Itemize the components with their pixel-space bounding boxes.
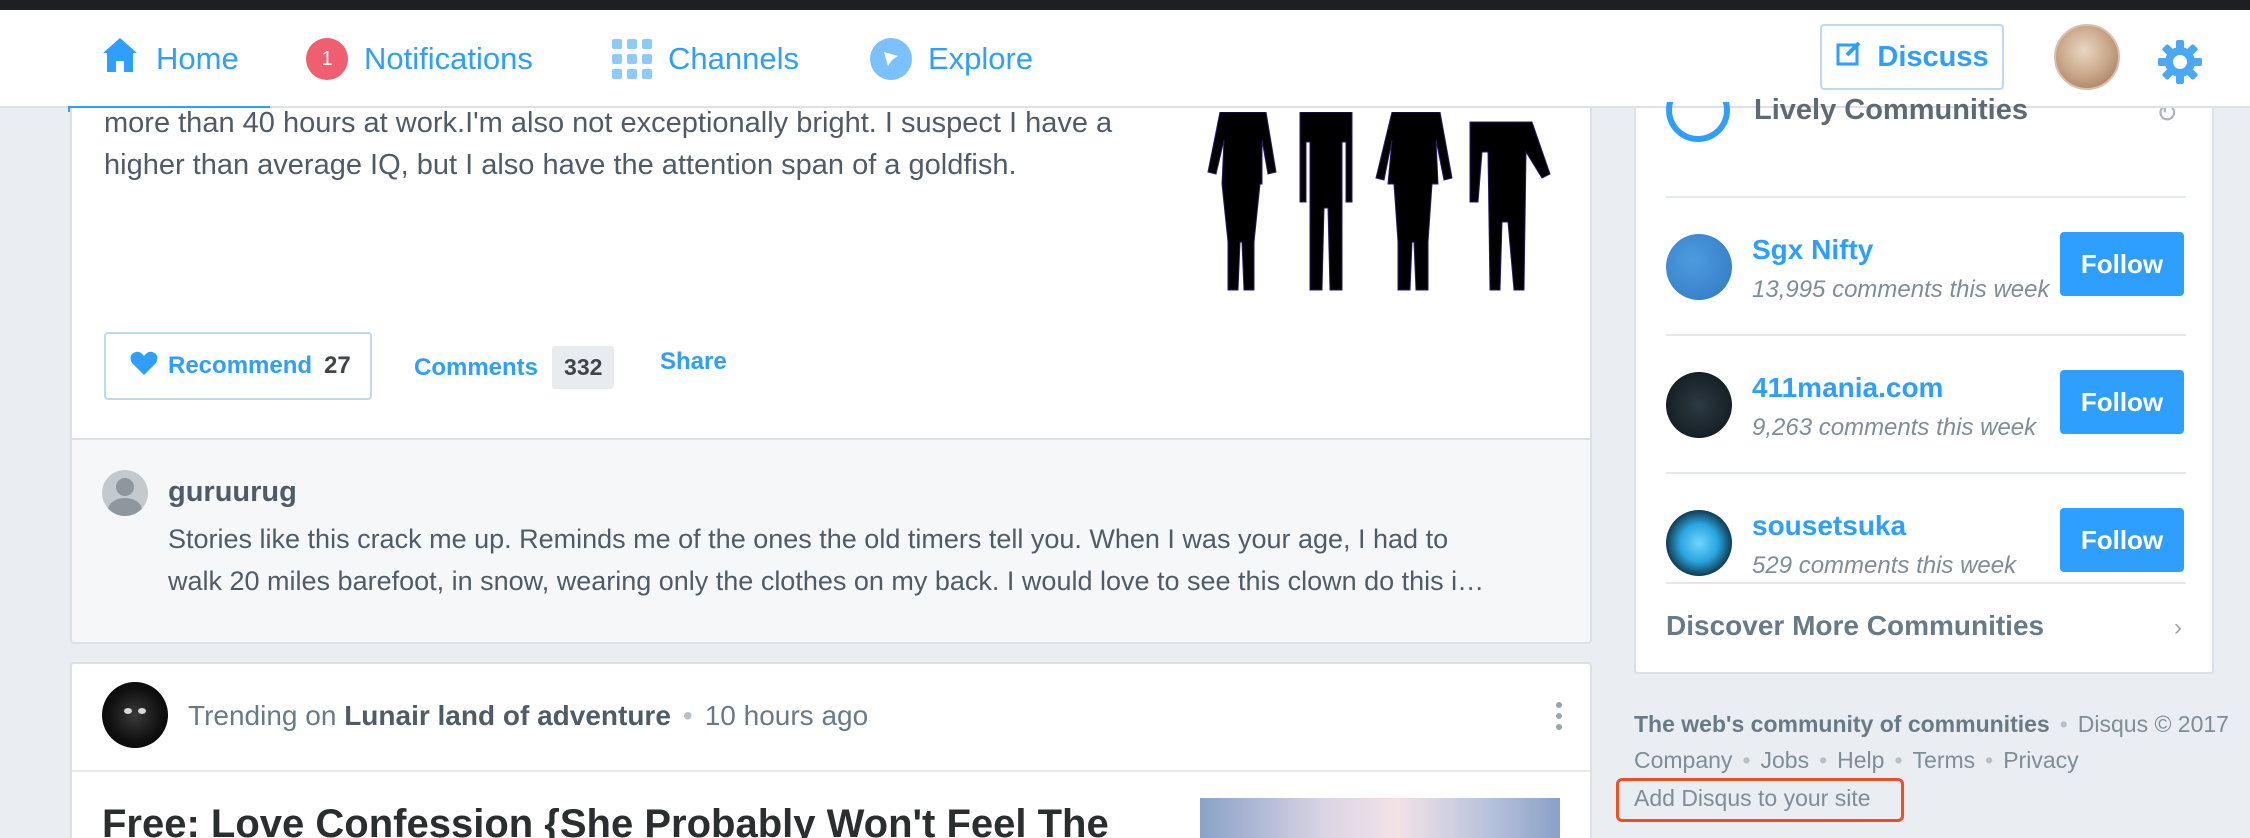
- nav-home[interactable]: Home: [100, 10, 239, 108]
- separator-dot: •: [2059, 711, 2068, 737]
- community-name[interactable]: 411mania.com: [1752, 372, 1943, 404]
- heart-icon: [130, 350, 158, 383]
- compass-icon: [870, 38, 912, 80]
- user-avatar[interactable]: [2054, 24, 2120, 90]
- discover-more-communities[interactable]: Discover More Communities ›: [1666, 582, 2186, 672]
- footer-tagline: The web's community of communities: [1634, 711, 2050, 737]
- community-avatar-sgx[interactable]: [1666, 234, 1732, 300]
- comment-text-line-1: Stories like this crack me up. Reminds m…: [168, 524, 1449, 554]
- community-avatar-sousetsuka[interactable]: [1666, 510, 1732, 576]
- commenter-avatar[interactable]: [102, 470, 148, 516]
- nav-explore[interactable]: Explore: [870, 10, 1033, 108]
- community-activity: 9,263 comments this week: [1752, 414, 2037, 441]
- nav-notifications[interactable]: 1 Notifications: [306, 10, 533, 108]
- footer-link-terms[interactable]: Terms: [1913, 747, 1976, 773]
- community-name[interactable]: Sgx Nifty: [1752, 234, 1873, 266]
- follow-button[interactable]: Follow: [2060, 370, 2184, 434]
- community-avatar-411mania[interactable]: [1666, 372, 1732, 438]
- trending-community-link[interactable]: Lunair land of adventure: [344, 700, 671, 731]
- trending-thumbnail[interactable]: [1200, 798, 1560, 838]
- post-thumbnail[interactable]: [1202, 112, 1570, 292]
- trending-headline[interactable]: Free: Love Confession {She Probably Won'…: [102, 802, 1109, 838]
- separator-dot: •: [1819, 747, 1828, 773]
- footer-link-privacy[interactable]: Privacy: [2003, 747, 2078, 773]
- nav-explore-label: Explore: [928, 41, 1034, 76]
- footer-link-help[interactable]: Help: [1837, 747, 1884, 773]
- home-icon: [100, 35, 140, 83]
- footer: The web's community of communities • Disqu…: [1634, 706, 2234, 778]
- discuss-button[interactable]: Discuss: [1820, 24, 2004, 90]
- notification-badge: 1: [306, 38, 348, 80]
- trending-time: 10 hours ago: [704, 700, 869, 731]
- recommend-label: Recommend: [168, 352, 313, 379]
- highlight-box: [1616, 778, 1904, 822]
- follow-button[interactable]: Follow: [2060, 232, 2184, 296]
- gear-icon[interactable]: [2156, 38, 2204, 86]
- community-activity: 529 comments this week: [1752, 552, 2017, 579]
- lively-communities-title: Lively Communities: [1754, 94, 2028, 126]
- trending-post-card: Trending on Lunair land of adventure • 10 …: [70, 662, 1592, 838]
- nav-channels[interactable]: Channels: [612, 10, 799, 108]
- separator-dot: •: [1742, 747, 1751, 773]
- separator-dot: •: [1985, 747, 1994, 773]
- recommend-count: 27: [324, 352, 351, 379]
- comments-link[interactable]: Comments 332: [414, 346, 615, 389]
- separator-dot: •: [1894, 747, 1903, 773]
- post-excerpt-line-2: higher than average IQ, but I also have …: [104, 149, 1017, 181]
- footer-link-company[interactable]: Company: [1634, 747, 1732, 773]
- community-item[interactable]: 411mania.com 9,263 comments this week Fo…: [1666, 334, 2186, 472]
- post-card: more than 40 hours at work.I'm also not …: [70, 107, 1592, 440]
- recommend-button[interactable]: Recommend 27: [104, 332, 372, 400]
- separator-dot: •: [682, 700, 693, 731]
- comments-label: Comments: [414, 353, 539, 381]
- edit-icon: [1835, 39, 1863, 75]
- comment-text: Stories like this crack me up. Reminds m…: [168, 518, 1568, 602]
- chevron-right-icon: ›: [2174, 614, 2182, 641]
- footer-link-jobs[interactable]: Jobs: [1761, 747, 1810, 773]
- trending-meta: Trending on Lunair land of adventure • 10 …: [188, 700, 868, 732]
- community-activity: 13,995 comments this week: [1752, 276, 2050, 303]
- post-excerpt-line-1: more than 40 hours at work.I'm also not …: [104, 107, 1113, 139]
- refresh-icon[interactable]: ↻: [2156, 108, 2176, 122]
- comment-preview[interactable]: guruurug Stories like this crack me up. …: [70, 438, 1592, 644]
- comments-count-badge: 332: [552, 346, 615, 389]
- browser-top-strip: [0, 0, 2250, 10]
- post-excerpt[interactable]: more than 40 hours at work.I'm also not …: [104, 102, 1164, 186]
- commenter-username[interactable]: guruurug: [168, 476, 297, 509]
- discuss-button-label: Discuss: [1877, 40, 1989, 73]
- trending-prefix: Trending on: [188, 700, 337, 731]
- lively-communities-panel: Lively Communities ↻ Sgx Nifty 13,995 co…: [1634, 94, 2214, 674]
- community-avatar[interactable]: [102, 682, 168, 748]
- grid-icon: [612, 39, 652, 79]
- nav-channels-label: Channels: [668, 41, 799, 76]
- card-divider: [72, 770, 1590, 772]
- follow-button[interactable]: Follow: [2060, 508, 2184, 572]
- community-name[interactable]: sousetsuka: [1752, 510, 1906, 542]
- footer-copyright: Disqus © 2017: [2077, 711, 2229, 737]
- more-options-icon[interactable]: [1556, 702, 1562, 735]
- nav-home-label: Home: [156, 41, 239, 76]
- discover-label: Discover More Communities: [1666, 610, 2045, 641]
- community-item[interactable]: Sgx Nifty 13,995 comments this week Foll…: [1666, 196, 2186, 334]
- share-link[interactable]: Share: [660, 348, 727, 376]
- communities-icon: [1666, 102, 1730, 142]
- nav-notifications-label: Notifications: [364, 41, 533, 76]
- comment-text-line-2: walk 20 miles barefoot, in snow, wearing…: [168, 566, 1485, 596]
